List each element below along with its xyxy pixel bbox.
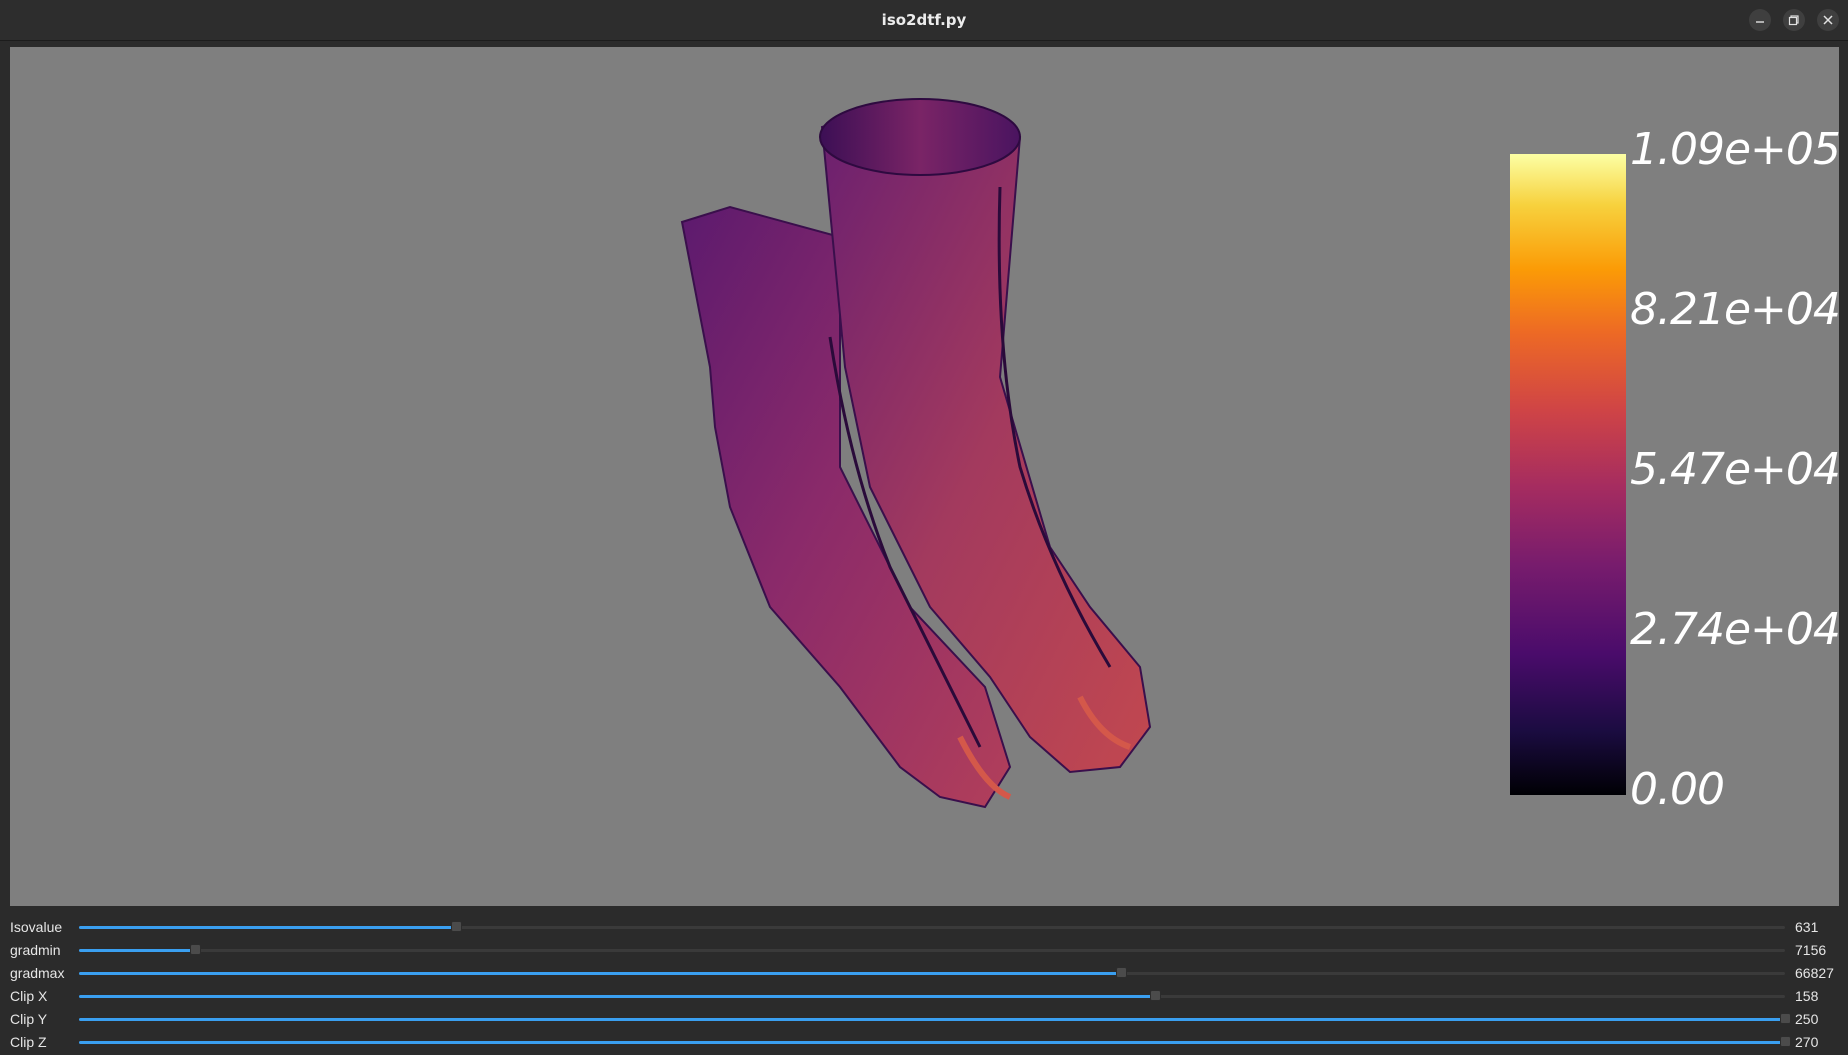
slider-track[interactable] (79, 990, 1785, 1001)
slider-row-gradmin: gradmin 7156 (0, 939, 1848, 962)
slider-fill (79, 1041, 1785, 1044)
render-viewport[interactable]: 1.09e+05 8.21e+04 5.47e+04 2.74e+04 0.00 (10, 47, 1839, 906)
slider-fill (79, 995, 1156, 998)
close-icon (1823, 15, 1833, 25)
slider-handle[interactable] (1780, 1036, 1791, 1047)
slider-label: Clip Z (10, 1034, 47, 1050)
colorbar-gradient (1510, 154, 1626, 795)
window-titlebar: iso2dtf.py (0, 0, 1848, 41)
slider-handle[interactable] (1116, 967, 1128, 978)
slider-row-clip-x: Clip X 158 (0, 985, 1848, 1008)
slider-track[interactable] (79, 967, 1785, 978)
slider-track[interactable] (79, 1013, 1791, 1024)
slider-value: 158 (1795, 988, 1819, 1004)
minimize-button[interactable] (1749, 9, 1771, 31)
slider-handle[interactable] (190, 944, 201, 955)
slider-value: 66827 (1795, 965, 1834, 981)
slider-value: 631 (1795, 919, 1819, 935)
slider-row-isovalue: Isovalue 631 (0, 916, 1848, 939)
slider-row-clip-z: Clip Z 270 (0, 1031, 1848, 1054)
colorbar-label-mid: 5.47e+04 (1630, 444, 1839, 495)
slider-fill (79, 926, 457, 929)
slider-value: 250 (1795, 1011, 1819, 1027)
slider-label: gradmax (10, 965, 65, 981)
slider-value: 7156 (1795, 942, 1827, 958)
slider-fill (79, 949, 195, 952)
close-button[interactable] (1817, 9, 1839, 31)
slider-handle[interactable] (1780, 1013, 1791, 1024)
slider-label: Clip Y (10, 1011, 48, 1027)
colorbar-label-max: 1.09e+05 (1630, 124, 1839, 175)
colorbar-label-q1: 2.74e+04 (1630, 604, 1839, 655)
slider-track[interactable] (79, 921, 1785, 932)
slider-fill (79, 972, 1122, 975)
slider-label: Isovalue (10, 919, 63, 935)
slider-handle[interactable] (1150, 990, 1162, 1001)
colorbar-label-q3: 8.21e+04 (1630, 284, 1839, 335)
slider-fill (79, 1018, 1785, 1021)
slider-label: Clip X (10, 988, 48, 1004)
slider-track[interactable] (79, 1036, 1791, 1047)
colorbar-label-min: 0.00 (1630, 764, 1725, 815)
slider-row-clip-y: Clip Y 250 (0, 1008, 1848, 1031)
slider-value: 270 (1795, 1034, 1819, 1050)
slider-row-gradmax: gradmax 66827 (0, 962, 1848, 985)
slider-handle[interactable] (451, 921, 463, 932)
window-title: iso2dtf.py (881, 11, 967, 29)
slider-panel: Isovalue 631 gradmin 7156 gradmax 66827 … (0, 906, 1848, 1055)
maximize-button[interactable] (1783, 9, 1805, 31)
minimize-icon (1756, 21, 1764, 23)
slider-track[interactable] (79, 944, 1785, 955)
slider-label: gradmin (10, 942, 61, 958)
maximize-icon (1788, 15, 1799, 26)
